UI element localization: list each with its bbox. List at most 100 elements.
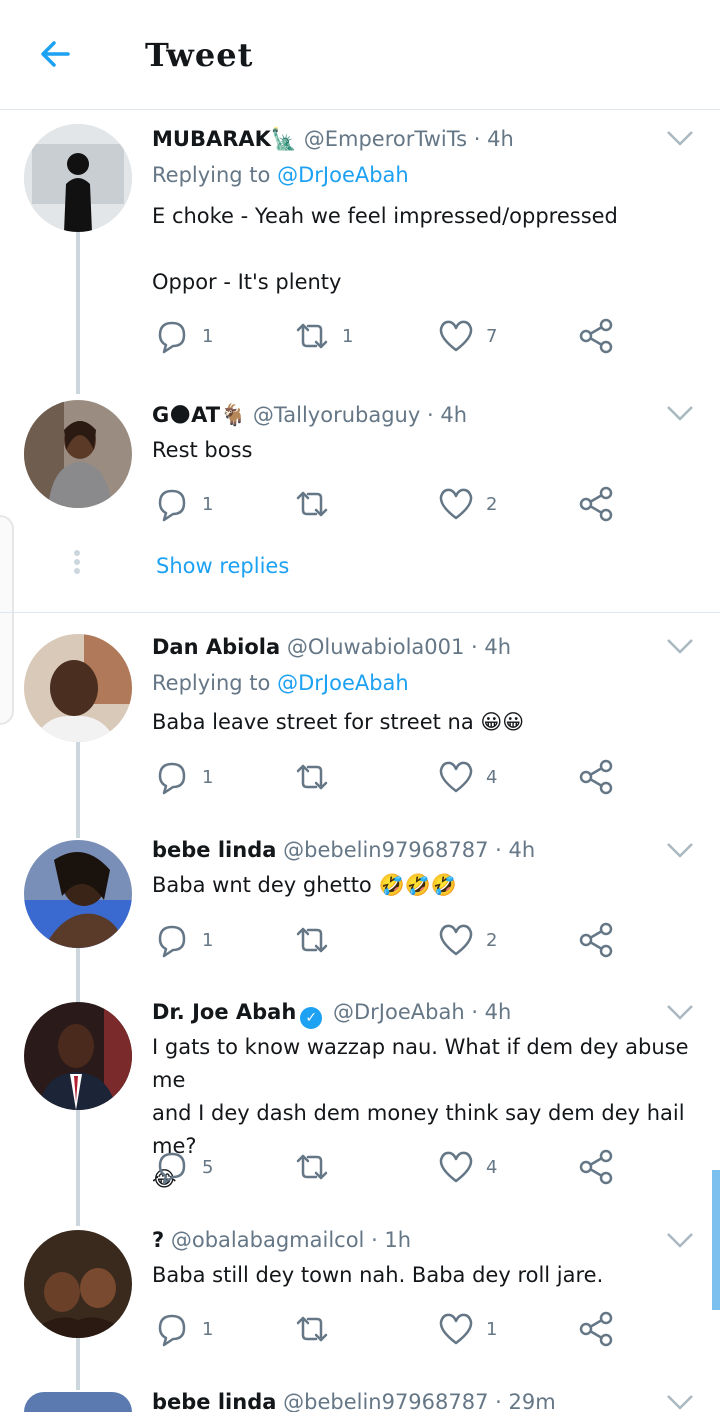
tweet-actions: 5 4: [152, 1147, 622, 1187]
retweet-icon: [296, 927, 328, 953]
reply-button[interactable]: 1: [152, 484, 213, 524]
heart-icon: [439, 1313, 473, 1345]
tweet-text-line: I gats to know wazzap nau. What if dem d…: [152, 1035, 689, 1092]
tweet-text-line: E choke - Yeah we feel impressed/oppress…: [152, 204, 618, 228]
show-replies-link[interactable]: Show replies: [156, 554, 289, 578]
retweet-button[interactable]: [292, 1309, 332, 1349]
reply-button[interactable]: 1: [152, 1309, 213, 1349]
heart-icon: [439, 761, 473, 793]
author-name[interactable]: bebe linda: [152, 838, 276, 862]
author-handle[interactable]: @EmperorTwiTs: [304, 127, 467, 151]
like-button[interactable]: 2: [436, 920, 497, 960]
scrollbar[interactable]: [712, 1170, 720, 1310]
retweet-button[interactable]: [292, 757, 332, 797]
thread-dots: [74, 550, 82, 577]
reply-icon: [158, 321, 186, 354]
reply-button[interactable]: 1: [152, 920, 213, 960]
author-name[interactable]: ?: [152, 1228, 164, 1252]
tweet-header: Dr. Joe Abah ✓ @DrJoeAbah · 4h: [152, 1000, 511, 1029]
share-button[interactable]: [576, 1309, 616, 1349]
verified-badge-icon: ✓: [300, 1007, 323, 1029]
author-name[interactable]: G🌑AT🐐: [152, 403, 246, 427]
like-count: 1: [486, 1318, 498, 1340]
tweet-actions: 1 2: [152, 484, 622, 524]
tweet-text: E choke - Yeah we feel impressed/oppress…: [152, 200, 692, 299]
author-handle[interactable]: @bebelin97968787: [283, 1390, 488, 1412]
timestamp: · 4h: [471, 1000, 512, 1024]
like-count: 4: [486, 766, 498, 788]
tweet-actions: 1 4: [152, 757, 622, 797]
thread-line: [76, 1110, 80, 1226]
chevron-down-icon[interactable]: [664, 1002, 696, 1022]
reply-count: 1: [202, 766, 214, 788]
thread-line: [76, 1338, 80, 1390]
replying-to-label: Replying to: [152, 163, 271, 187]
replying-to-label: Replying to: [152, 671, 271, 695]
share-icon: [579, 486, 613, 522]
reply-count: 1: [202, 929, 214, 951]
chevron-down-icon[interactable]: [664, 128, 696, 148]
reply-button[interactable]: 1: [152, 757, 213, 797]
reply-icon: [158, 925, 186, 958]
author-handle[interactable]: @Oluwabiola001: [287, 635, 465, 659]
chevron-down-icon[interactable]: [664, 1230, 696, 1250]
avatar[interactable]: [24, 124, 132, 232]
author-name[interactable]: MUBARAK🗽: [152, 127, 297, 151]
timestamp: · 1h: [371, 1228, 412, 1252]
author-name[interactable]: Dan Abiola: [152, 635, 280, 659]
avatar[interactable]: [24, 1392, 132, 1412]
reply-mention-link[interactable]: @DrJoeAbah: [277, 163, 409, 187]
share-icon: [579, 759, 613, 795]
author-handle[interactable]: @obalabagmailcol: [171, 1228, 365, 1252]
like-button[interactable]: 2: [436, 484, 497, 524]
author-handle[interactable]: @Tallyorubaguy: [253, 403, 420, 427]
page-title: Tweet: [145, 36, 254, 74]
retweet-button[interactable]: 1: [292, 316, 353, 356]
author-handle[interactable]: @bebelin97968787: [283, 838, 488, 862]
avatar[interactable]: [24, 400, 132, 508]
author-name[interactable]: Dr. Joe Abah: [152, 1000, 296, 1024]
like-button[interactable]: 4: [436, 1147, 497, 1187]
author-name[interactable]: bebe linda: [152, 1390, 276, 1412]
edge-panel-handle[interactable]: [0, 515, 14, 725]
tweet-header: MUBARAK🗽 @EmperorTwiTs · 4h: [152, 127, 514, 152]
tweet-actions: 1 1 7: [152, 316, 622, 356]
share-button[interactable]: [576, 1147, 616, 1187]
author-handle[interactable]: @DrJoeAbah: [333, 1000, 465, 1024]
like-button[interactable]: 7: [436, 316, 497, 356]
retweet-button[interactable]: [292, 1147, 332, 1187]
thread-line: [76, 232, 80, 394]
avatar[interactable]: [24, 840, 132, 948]
like-count: 4: [486, 1156, 498, 1178]
retweet-icon: [296, 764, 328, 790]
like-button[interactable]: 4: [436, 757, 497, 797]
like-button[interactable]: 1: [436, 1309, 497, 1349]
like-count: 2: [486, 929, 498, 951]
share-button[interactable]: [576, 757, 616, 797]
reply-icon: [158, 1152, 186, 1185]
chevron-down-icon[interactable]: [664, 636, 696, 656]
share-button[interactable]: [576, 920, 616, 960]
retweet-button[interactable]: [292, 920, 332, 960]
back-arrow-icon[interactable]: [34, 32, 78, 76]
reply-button[interactable]: 5: [152, 1147, 213, 1187]
retweet-button[interactable]: [292, 484, 332, 524]
tweet-text: Baba leave street for street na 😀😀: [152, 710, 525, 734]
reply-button[interactable]: 1: [152, 316, 213, 356]
tweet-header: Dan Abiola @Oluwabiola001 · 4h: [152, 635, 511, 659]
like-count: 2: [486, 493, 498, 515]
heart-icon: [439, 488, 473, 520]
chevron-down-icon[interactable]: [664, 403, 696, 423]
retweet-icon: [296, 491, 328, 517]
reply-icon: [158, 1314, 186, 1347]
reply-mention-link[interactable]: @DrJoeAbah: [277, 671, 409, 695]
avatar[interactable]: [24, 634, 132, 742]
avatar[interactable]: [24, 1230, 132, 1338]
share-button[interactable]: [576, 484, 616, 524]
chevron-down-icon[interactable]: [664, 1392, 696, 1412]
reply-count: 5: [202, 1156, 214, 1178]
replying-to: Replying to @DrJoeAbah: [152, 163, 409, 187]
chevron-down-icon[interactable]: [664, 840, 696, 860]
avatar[interactable]: [24, 1002, 132, 1110]
share-button[interactable]: [576, 316, 616, 356]
